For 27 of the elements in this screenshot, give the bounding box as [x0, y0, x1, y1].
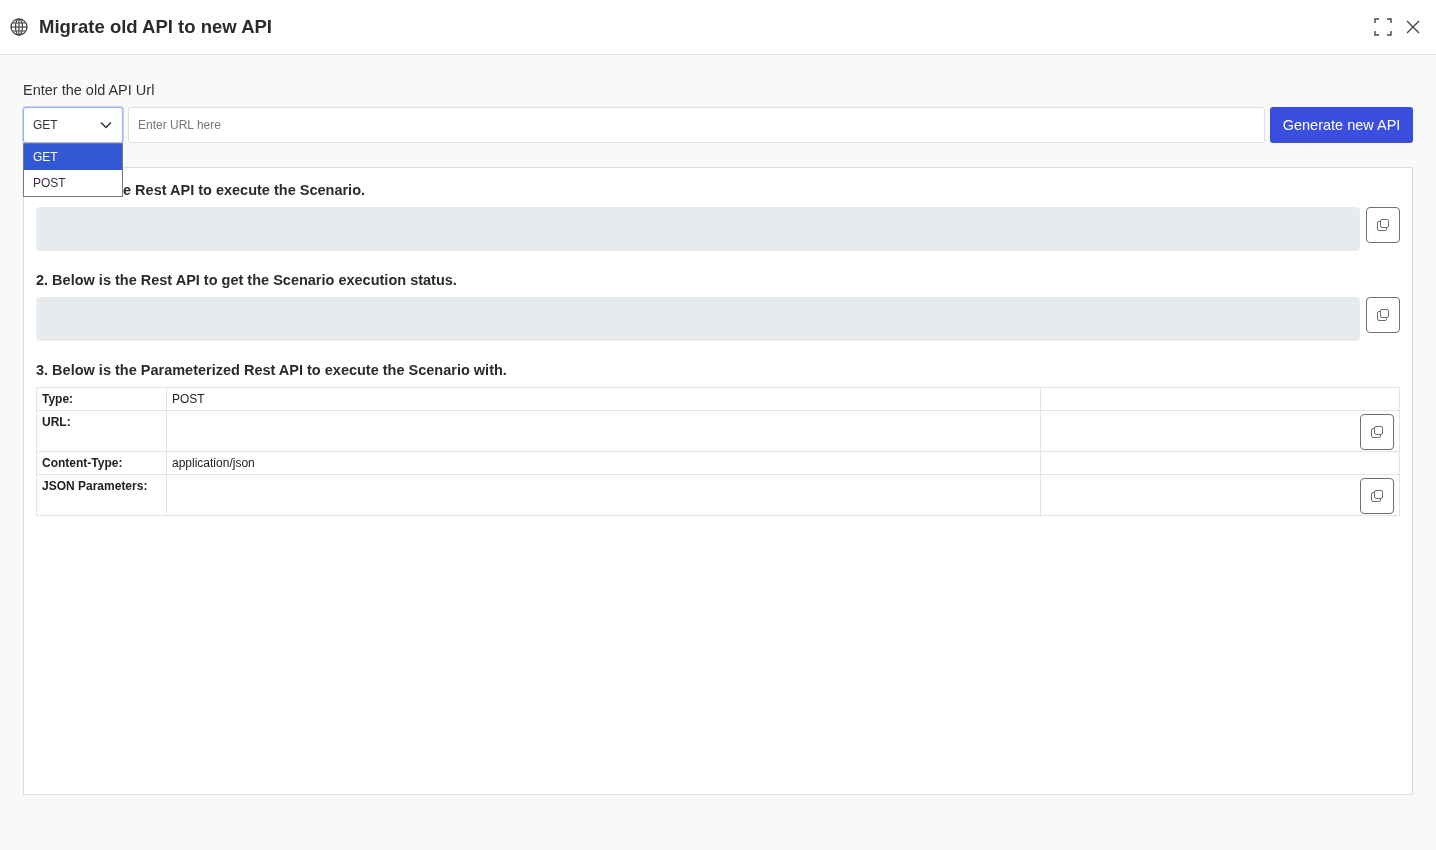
chevron-down-icon — [100, 121, 112, 129]
globe-icon — [10, 18, 28, 36]
dialog-title: Migrate old API to new API — [39, 16, 273, 38]
table-cell-text: URL: — [41, 414, 72, 431]
section-heading: e Rest API to execute the Scenario. — [123, 181, 366, 200]
field-label: Enter the old API Url — [23, 81, 155, 99]
copy-icon — [1376, 308, 1390, 322]
table-cell-text: Type: — [41, 391, 75, 408]
table-cell-text: JSON Parameters: — [41, 478, 149, 495]
maximize-icon[interactable] — [1374, 18, 1392, 36]
method-select[interactable]: GET — [23, 107, 123, 143]
copy-button[interactable] — [1360, 414, 1394, 450]
section-heading: 2. Below is the Rest API to get the Scenario execution status. — [36, 271, 457, 290]
copy-icon — [1376, 218, 1390, 232]
copy-button[interactable] — [1360, 478, 1394, 514]
copy-button[interactable] — [1366, 297, 1400, 333]
table-cell-text: POST — [171, 391, 206, 408]
copy-icon — [1370, 489, 1384, 503]
dropdown-option[interactable]: GET — [24, 144, 122, 170]
url-input[interactable]: Enter URL here — [128, 107, 1265, 143]
close-icon[interactable] — [1406, 20, 1420, 34]
copy-icon — [1370, 425, 1384, 439]
copy-button[interactable] — [1366, 207, 1400, 243]
section-heading: 3. Below is the Parameterized Rest API to execute the Scenario with. — [36, 361, 507, 380]
table-cell-text: application/json — [171, 455, 256, 472]
generate-button[interactable]: Generate new API — [1270, 107, 1413, 143]
table-cell-text: Content-Type: — [41, 455, 124, 472]
